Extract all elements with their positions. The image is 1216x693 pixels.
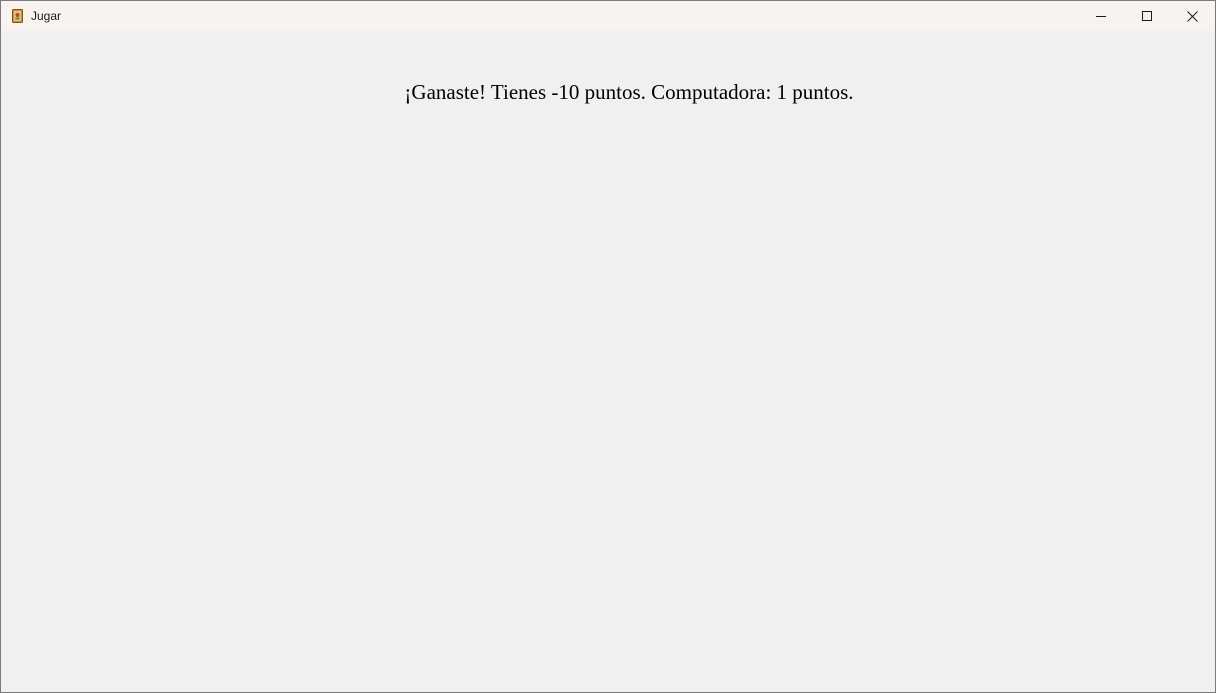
close-button[interactable] [1169, 1, 1215, 31]
maximize-button[interactable] [1124, 1, 1170, 31]
client-area: ¡Ganaste! Tienes -10 puntos. Computadora… [1, 31, 1215, 692]
close-icon [1186, 10, 1198, 22]
minimize-button[interactable] [1078, 1, 1124, 31]
game-window: Jugar ¡Ganaste! Tienes -10 puntos. Compu… [0, 0, 1216, 693]
app-book-icon [12, 9, 23, 23]
minimize-icon [1096, 16, 1106, 17]
title-bar[interactable]: Jugar [1, 1, 1215, 31]
maximize-icon [1142, 11, 1152, 21]
message-container: ¡Ganaste! Tienes -10 puntos. Computadora… [1, 31, 1215, 692]
result-message: ¡Ganaste! Tienes -10 puntos. Computadora… [404, 80, 854, 104]
window-title: Jugar [31, 9, 62, 23]
